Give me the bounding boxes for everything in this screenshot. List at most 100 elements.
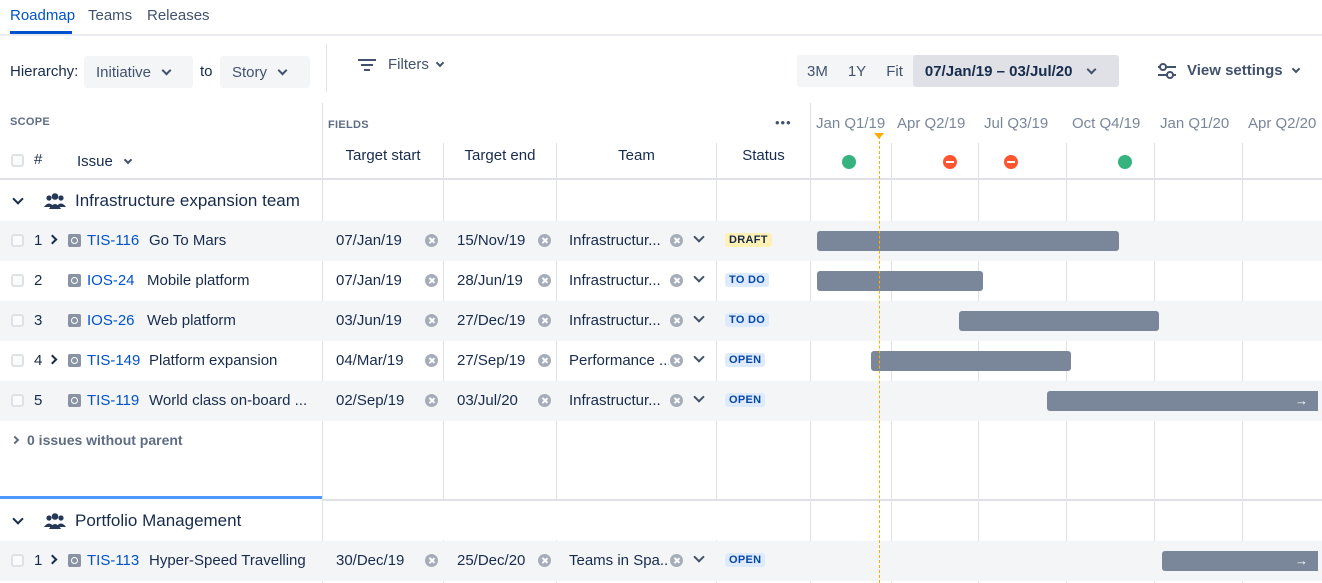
view-settings-button[interactable]: View settings — [1157, 62, 1300, 79]
tab-roadmap[interactable]: Roadmap — [10, 7, 75, 24]
clear-icon[interactable] — [425, 354, 438, 367]
clear-icon[interactable] — [425, 274, 438, 287]
row-checkbox[interactable] — [11, 234, 24, 247]
expand-chevron-icon[interactable] — [47, 554, 58, 565]
clear-icon[interactable] — [538, 234, 551, 247]
clear-icon[interactable] — [425, 554, 438, 567]
group-header[interactable]: Infrastructure expansion team — [0, 181, 322, 221]
health-ok-icon[interactable] — [1118, 155, 1132, 169]
clear-icon[interactable] — [538, 354, 551, 367]
clear-icon[interactable] — [538, 274, 551, 287]
clear-icon[interactable] — [425, 234, 438, 247]
clear-icon[interactable] — [538, 554, 551, 567]
row-checkbox[interactable] — [11, 554, 24, 567]
table-row[interactable]: 1 TIS-113 Hyper-Speed Travelling 30/Dec/… — [0, 541, 1322, 581]
team-value[interactable]: Infrastructur... — [569, 232, 661, 249]
chevron-down-icon[interactable] — [693, 551, 705, 563]
expand-chevron-icon[interactable] — [47, 234, 58, 245]
target-end-value[interactable]: 27/Dec/19 — [457, 312, 525, 329]
target-end-value[interactable]: 28/Jun/19 — [457, 272, 523, 289]
timeline-bar[interactable] — [958, 311, 1160, 331]
chevron-down-icon[interactable] — [693, 351, 705, 363]
timeline-bar[interactable]: → — [1162, 551, 1318, 571]
tab-releases[interactable]: Releases — [147, 7, 210, 24]
status-badge[interactable]: DRAFT — [725, 233, 772, 247]
target-end-value[interactable]: 15/Nov/19 — [457, 232, 525, 249]
table-row[interactable]: 5 TIS-119 World class on-board ... 02/Se… — [0, 381, 1322, 421]
status-badge[interactable]: OPEN — [725, 353, 766, 367]
target-end-value[interactable]: 25/Dec/20 — [457, 552, 525, 569]
clear-icon[interactable] — [538, 314, 551, 327]
clear-icon[interactable] — [670, 394, 683, 407]
filters-button[interactable]: Filters — [358, 56, 445, 73]
more-options-icon[interactable]: ••• — [775, 115, 792, 130]
issue-key-link[interactable]: TIS-119 — [87, 392, 139, 409]
clear-icon[interactable] — [538, 394, 551, 407]
team-value[interactable]: Infrastructur... — [569, 392, 661, 409]
row-checkbox[interactable] — [11, 314, 24, 327]
health-ok-icon[interactable] — [842, 155, 856, 169]
target-start-value[interactable]: 03/Jun/19 — [336, 312, 402, 329]
chevron-down-icon[interactable] — [693, 311, 705, 323]
issue-key-link[interactable]: TIS-116 — [87, 232, 139, 249]
range-3m-button[interactable]: 3M — [797, 55, 838, 87]
issue-summary[interactable]: Go To Mars — [149, 232, 226, 249]
clear-icon[interactable] — [425, 314, 438, 327]
chevron-down-icon[interactable] — [693, 231, 705, 243]
health-warning-icon[interactable] — [1004, 155, 1018, 169]
row-checkbox[interactable] — [11, 274, 24, 287]
team-value[interactable]: Teams in Spa... — [569, 552, 669, 569]
table-row[interactable]: 3 IOS-26 Web platform 03/Jun/19 27/Dec/1… — [0, 301, 1322, 341]
clear-icon[interactable] — [670, 274, 683, 287]
expand-chevron-icon[interactable] — [47, 354, 58, 365]
clear-icon[interactable] — [670, 234, 683, 247]
timeline-bar[interactable]: → — [1046, 391, 1318, 411]
target-start-value[interactable]: 07/Jan/19 — [336, 272, 402, 289]
issue-sort-header[interactable]: Issue — [77, 153, 133, 170]
table-row[interactable]: 4 TIS-149 Platform expansion 04/Mar/19 2… — [0, 341, 1322, 381]
target-start-value[interactable]: 02/Sep/19 — [336, 392, 404, 409]
clear-icon[interactable] — [670, 314, 683, 327]
timeline-bar[interactable] — [816, 271, 984, 291]
clear-icon[interactable] — [425, 394, 438, 407]
issue-summary[interactable]: World class on-board ... — [149, 392, 307, 409]
table-row[interactable]: 1 TIS-116 Go To Mars 07/Jan/19 15/Nov/19… — [0, 221, 1322, 261]
date-range-dropdown[interactable]: 07/Jan/19 – 03/Jul/20 — [912, 55, 1119, 87]
table-row[interactable]: 2 IOS-24 Mobile platform 07/Jan/19 28/Ju… — [0, 261, 1322, 301]
row-checkbox[interactable] — [11, 394, 24, 407]
clear-icon[interactable] — [670, 354, 683, 367]
range-fit-button[interactable]: Fit — [876, 55, 913, 87]
target-start-value[interactable]: 07/Jan/19 — [336, 232, 402, 249]
group-header[interactable]: Portfolio Management — [0, 501, 322, 541]
issue-key-link[interactable]: IOS-24 — [87, 272, 135, 289]
select-all-checkbox[interactable] — [11, 154, 24, 167]
issue-summary[interactable]: Platform expansion — [149, 352, 277, 369]
target-end-value[interactable]: 03/Jul/20 — [457, 392, 518, 409]
tab-teams[interactable]: Teams — [88, 7, 132, 24]
health-warning-icon[interactable] — [943, 155, 957, 169]
status-badge[interactable]: TO DO — [725, 313, 770, 327]
timeline-bar[interactable] — [816, 231, 1119, 251]
issue-key-link[interactable]: IOS-26 — [87, 312, 135, 329]
hierarchy-from-dropdown[interactable]: Initiative — [84, 56, 193, 88]
range-1y-button[interactable]: 1Y — [838, 55, 876, 87]
issue-summary[interactable]: Web platform — [147, 312, 236, 329]
issue-key-link[interactable]: TIS-149 — [87, 352, 140, 369]
team-value[interactable]: Performance ... — [569, 352, 669, 369]
issues-without-parent-toggle[interactable]: 0 issues without parent — [10, 432, 183, 448]
team-value[interactable]: Infrastructur... — [569, 272, 661, 289]
target-start-value[interactable]: 30/Dec/19 — [336, 552, 404, 569]
timeline-bar[interactable] — [870, 351, 1072, 371]
issue-summary[interactable]: Hyper-Speed Travelling — [149, 552, 306, 569]
clear-icon[interactable] — [670, 554, 683, 567]
collapse-chevron-icon[interactable] — [12, 193, 24, 205]
issue-key-link[interactable]: TIS-113 — [87, 552, 139, 569]
issue-summary[interactable]: Mobile platform — [147, 272, 250, 289]
target-end-value[interactable]: 27/Sep/19 — [457, 352, 525, 369]
target-start-value[interactable]: 04/Mar/19 — [336, 352, 404, 369]
status-badge[interactable]: OPEN — [725, 553, 766, 567]
chevron-down-icon[interactable] — [693, 271, 705, 283]
row-checkbox[interactable] — [11, 354, 24, 367]
chevron-down-icon[interactable] — [693, 391, 705, 403]
hierarchy-to-dropdown[interactable]: Story — [220, 56, 310, 88]
